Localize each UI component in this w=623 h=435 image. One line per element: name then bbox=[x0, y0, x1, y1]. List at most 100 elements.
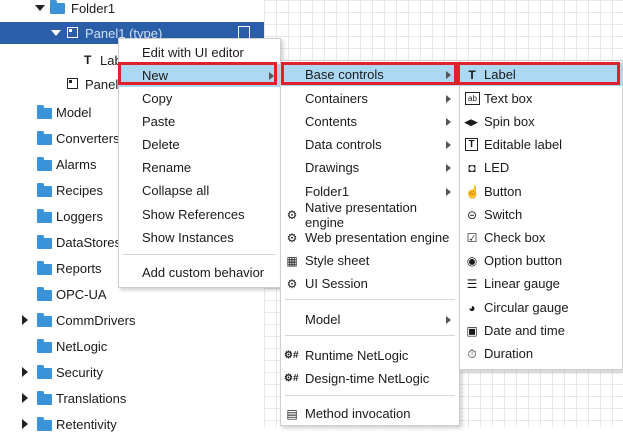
menu-item-label: Copy bbox=[142, 91, 173, 106]
menu-item-editable-label[interactable]: T Editable label bbox=[460, 133, 622, 156]
editable-label-icon: T bbox=[465, 138, 478, 151]
menu-item-show-instances[interactable]: Show Instances bbox=[119, 226, 280, 249]
tree-item-label: Security bbox=[56, 364, 103, 380]
menu-item-label: Contents bbox=[305, 114, 358, 129]
menu-item-led[interactable]: ◘ LED bbox=[460, 156, 622, 179]
menu-item-duration[interactable]: ⏱ Duration bbox=[460, 342, 622, 365]
folder-icon bbox=[37, 131, 52, 145]
switch-icon: ⊝ bbox=[466, 207, 478, 222]
menu-item-label: Design-time NetLogic bbox=[305, 371, 430, 386]
menu-item-label: Data controls bbox=[305, 137, 382, 152]
menu-item-label: Web presentation engine bbox=[305, 230, 450, 245]
menu-separator bbox=[285, 395, 455, 396]
menu-item-label: Containers bbox=[305, 91, 368, 106]
tree-item-translations[interactable]: Translations bbox=[0, 387, 264, 409]
menu-item-button[interactable]: ☝ Button bbox=[460, 180, 622, 203]
netlogic-icon: ⚙# bbox=[284, 349, 299, 361]
stopwatch-icon: ⏱ bbox=[467, 346, 477, 361]
tree-item-label: OPC-UA bbox=[56, 286, 107, 302]
menu-item-spin-box[interactable]: ◀▶ Spin box bbox=[460, 110, 622, 133]
menu-item-base-controls[interactable]: Base controls bbox=[281, 63, 459, 86]
ui-session-icon: ⚙ bbox=[286, 276, 298, 291]
menu-item-label: Option button bbox=[484, 253, 563, 268]
chevron-right-icon bbox=[446, 164, 451, 172]
tree-item-commdrivers[interactable]: CommDrivers bbox=[0, 309, 264, 331]
chevron-right-icon bbox=[446, 141, 451, 149]
radio-icon: ◉ bbox=[466, 253, 478, 268]
menu-item-paste[interactable]: Paste bbox=[119, 110, 280, 133]
menu-item-containers[interactable]: Containers bbox=[281, 87, 459, 110]
menu-item-data-controls[interactable]: Data controls bbox=[281, 133, 459, 156]
tree-item-label: DataStores bbox=[56, 234, 122, 250]
panel-icon bbox=[67, 78, 78, 89]
check-box-icon: ☑ bbox=[466, 230, 478, 245]
expand-arrow-icon[interactable] bbox=[22, 393, 28, 403]
menu-item-style-sheet[interactable]: ▦ Style sheet bbox=[281, 249, 459, 272]
menu-item-designtime-netlogic[interactable]: ⚙# Design-time NetLogic bbox=[281, 367, 459, 390]
menu-item-label: Paste bbox=[142, 114, 176, 129]
menu-item-label: Switch bbox=[484, 207, 523, 222]
method-invocation-icon: ▤ bbox=[286, 406, 298, 421]
menu-item-label: Text box bbox=[484, 91, 533, 106]
menu-item-new[interactable]: New bbox=[119, 64, 280, 87]
menu-item-add-custom-behavior[interactable]: Add custom behavior bbox=[119, 261, 280, 284]
chevron-right-icon bbox=[269, 72, 274, 80]
menu-item-web-presentation-engine[interactable]: ⚙ Web presentation engine bbox=[281, 226, 459, 249]
expand-arrow-icon[interactable] bbox=[22, 315, 28, 325]
menu-item-label: LED bbox=[484, 160, 510, 175]
led-icon: ◘ bbox=[468, 160, 476, 175]
folder-icon bbox=[37, 157, 52, 171]
menu-item-linear-gauge[interactable]: ☰ Linear gauge bbox=[460, 272, 622, 295]
folder-icon bbox=[37, 183, 52, 197]
menu-item-label: Add custom behavior bbox=[142, 265, 265, 280]
menu-item-label: Spin box bbox=[484, 114, 535, 129]
menu-item-delete[interactable]: Delete bbox=[119, 133, 280, 156]
tree-item-netlogic[interactable]: NetLogic bbox=[0, 335, 264, 357]
menu-item-ui-session[interactable]: ⚙ UI Session bbox=[281, 272, 459, 295]
menu-item-edit-ui-editor[interactable]: Edit with UI editor bbox=[119, 41, 280, 64]
menu-item-text-box[interactable]: ab Text box bbox=[460, 87, 622, 110]
menu-item-native-presentation-engine[interactable]: ⚙ Native presentation engine bbox=[281, 200, 459, 230]
tree-item-label: Loggers bbox=[56, 208, 103, 224]
menu-item-label: Circular gauge bbox=[484, 300, 569, 315]
menu-item-collapse-all[interactable]: Collapse all bbox=[119, 179, 280, 202]
menu-item-copy[interactable]: Copy bbox=[119, 87, 280, 110]
menu-separator bbox=[285, 335, 455, 336]
menu-item-drawings[interactable]: Drawings bbox=[281, 156, 459, 179]
menu-item-rename[interactable]: Rename bbox=[119, 156, 280, 179]
menu-item-label: Label bbox=[484, 67, 516, 82]
menu-item-contents[interactable]: Contents bbox=[281, 110, 459, 133]
label-t-icon: T bbox=[84, 53, 92, 67]
tree-item-folder1[interactable]: Folder1 bbox=[0, 0, 264, 19]
menu-item-runtime-netlogic[interactable]: ⚙# Runtime NetLogic bbox=[281, 344, 459, 367]
folder-icon bbox=[37, 417, 52, 431]
folder-icon bbox=[37, 391, 52, 405]
menu-item-date-and-time[interactable]: ▣ Date and time bbox=[460, 319, 622, 342]
expand-arrow-icon[interactable] bbox=[22, 367, 28, 377]
tree-item-retentivity[interactable]: Retentivity bbox=[0, 413, 264, 435]
menu-item-label: Editable label bbox=[484, 137, 563, 152]
tree-item-security[interactable]: Security bbox=[0, 361, 264, 383]
menu-item-label: Edit with UI editor bbox=[142, 45, 244, 60]
menu-item-label-control[interactable]: T Label bbox=[460, 63, 622, 86]
tree-item-label: Translations bbox=[56, 390, 127, 406]
gear-icon: ⚙ bbox=[286, 207, 298, 222]
submenu-new: Base controls Containers Contents Data c… bbox=[280, 60, 460, 426]
chevron-right-icon bbox=[446, 316, 451, 324]
menu-item-label: Show Instances bbox=[142, 230, 234, 245]
menu-item-label: UI Session bbox=[305, 276, 368, 291]
expand-arrow-icon[interactable] bbox=[51, 30, 61, 36]
menu-item-show-references[interactable]: Show References bbox=[119, 203, 280, 226]
menu-item-option-button[interactable]: ◉ Option button bbox=[460, 249, 622, 272]
menu-item-method-invocation[interactable]: ▤ Method invocation bbox=[281, 402, 459, 425]
menu-item-switch[interactable]: ⊝ Switch bbox=[460, 203, 622, 226]
menu-item-check-box[interactable]: ☑ Check box bbox=[460, 226, 622, 249]
menu-item-circular-gauge[interactable]: ◕ Circular gauge bbox=[460, 296, 622, 319]
tree-item-label: Converters bbox=[56, 130, 120, 146]
menu-item-label: Base controls bbox=[305, 67, 384, 82]
expand-arrow-icon[interactable] bbox=[35, 5, 45, 11]
menu-item-label: Folder1 bbox=[305, 184, 350, 199]
menu-item-model[interactable]: Model bbox=[281, 308, 459, 331]
folder-icon bbox=[37, 235, 52, 249]
expand-arrow-icon[interactable] bbox=[22, 419, 28, 429]
